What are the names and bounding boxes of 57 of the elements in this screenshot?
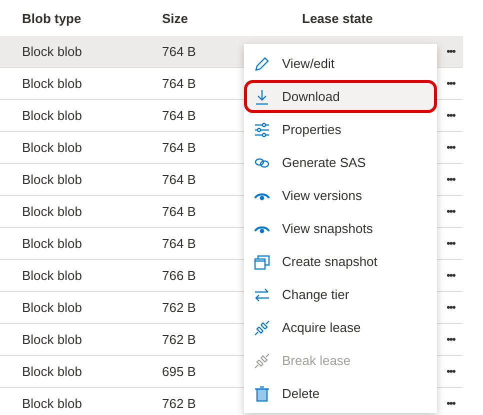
- table-cell-text: 764 B: [162, 236, 197, 251]
- swap-icon: [254, 286, 270, 302]
- table-cell-text: Block blob: [22, 44, 83, 59]
- more-button[interactable]: •••: [442, 334, 459, 346]
- menu-item[interactable]: View/edit: [244, 47, 437, 80]
- pencil-icon: [254, 56, 270, 72]
- table-cell-text: 695 B: [162, 364, 197, 379]
- table-cell-text: Block blob: [22, 140, 83, 155]
- table-cell-text: Block blob: [22, 236, 83, 251]
- column-header[interactable]: Blob type: [22, 10, 162, 26]
- more-button[interactable]: •••: [442, 302, 459, 314]
- menu-item[interactable]: Delete: [244, 377, 437, 410]
- menu-item[interactable]: Download: [244, 80, 437, 113]
- menu-item[interactable]: Properties: [244, 113, 437, 146]
- column-header[interactable]: Size: [162, 10, 302, 26]
- menu-item[interactable]: View snapshots: [244, 212, 437, 245]
- table-cell-text: 764 B: [162, 76, 197, 91]
- table-cell-text: Block blob: [22, 300, 83, 315]
- table-cell-text: 764 B: [162, 204, 197, 219]
- more-button[interactable]: •••: [442, 206, 459, 218]
- more-button[interactable]: •••: [442, 398, 459, 410]
- download-icon: [254, 88, 270, 104]
- menu-item[interactable]: Create snapshot: [244, 245, 437, 278]
- more-button[interactable]: •••: [442, 78, 459, 90]
- trash-icon: [254, 386, 270, 402]
- table-cell-text: Block blob: [22, 332, 83, 347]
- table-cell-text: Block blob: [22, 364, 83, 379]
- menu-item[interactable]: Acquire lease: [244, 311, 437, 344]
- table-cell-text: 764 B: [162, 172, 197, 187]
- more-button[interactable]: •••: [442, 238, 459, 250]
- menu-item[interactable]: Generate SAS: [244, 146, 437, 179]
- table-cell-text: Block blob: [22, 108, 83, 123]
- table-cell-text: Block blob: [22, 204, 83, 219]
- table-cell-text: 764 B: [162, 108, 197, 123]
- table-cell-text: 764 B: [162, 44, 197, 59]
- more-button[interactable]: •••: [442, 174, 459, 186]
- menu-item[interactable]: View versions: [244, 179, 437, 212]
- more-button[interactable]: •••: [442, 366, 459, 378]
- table-cell-text: 762 B: [162, 396, 197, 411]
- table-cell-text: Block blob: [22, 172, 83, 187]
- column-header[interactable]: Lease state: [302, 10, 463, 26]
- sliders-icon: [254, 122, 270, 138]
- table-cell-text: 766 B: [162, 268, 197, 283]
- more-button[interactable]: •••: [442, 46, 459, 58]
- table-cell-text: 762 B: [162, 332, 197, 347]
- table-cell-text: Block blob: [22, 396, 83, 411]
- table-cell-text: 762 B: [162, 300, 197, 315]
- windows-icon: [254, 254, 270, 270]
- plug-icon: [254, 320, 270, 336]
- table-cell-text: Block blob: [22, 268, 83, 283]
- more-button[interactable]: •••: [442, 270, 459, 282]
- plug-icon: [254, 352, 270, 368]
- more-button[interactable]: •••: [442, 142, 459, 154]
- table-cell-text: Block blob: [22, 76, 83, 91]
- table-cell-text: 764 B: [162, 140, 197, 155]
- more-button[interactable]: •••: [442, 110, 459, 122]
- menu-item[interactable]: Change tier: [244, 278, 437, 311]
